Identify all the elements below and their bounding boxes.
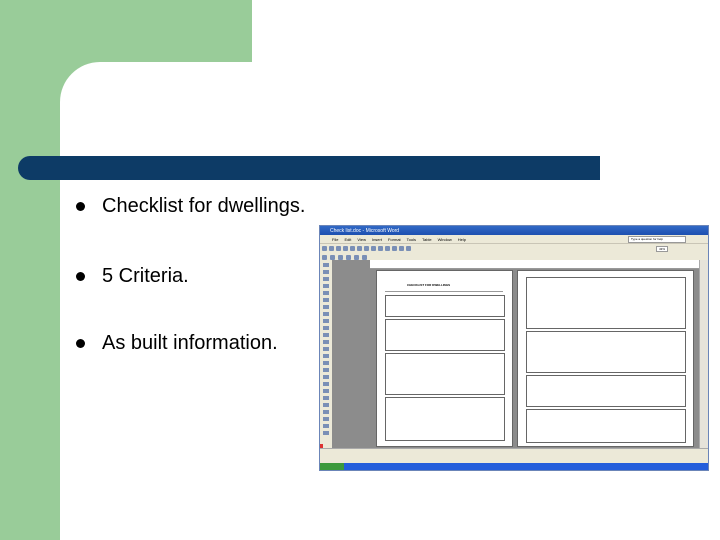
tool-icon	[323, 291, 329, 295]
underline-icon	[354, 254, 359, 260]
preview-icon	[350, 246, 355, 251]
tool-icon	[323, 417, 329, 421]
tool-icon	[323, 410, 329, 414]
copy-icon	[371, 246, 376, 251]
spell-icon	[357, 246, 362, 251]
tool-icon	[323, 333, 329, 337]
new-icon	[322, 246, 327, 251]
tool-icon	[323, 382, 329, 386]
vertical-scrollbar	[699, 260, 708, 448]
document-page-2	[517, 270, 694, 447]
help-search-box: Type a question for help	[628, 235, 686, 243]
bullet-text: As built information.	[102, 332, 278, 354]
tool-icon	[323, 326, 329, 330]
top-green-block	[60, 0, 252, 62]
zoom-box: 43%	[655, 245, 668, 252]
left-toolbar	[320, 260, 332, 448]
bullet-text: 5 Criteria.	[102, 265, 189, 287]
tool-icon	[323, 431, 329, 435]
bullet-dot	[76, 339, 85, 348]
undo-icon	[385, 246, 390, 251]
start-button	[320, 463, 344, 470]
table-block	[526, 331, 686, 373]
word-toolbar: 43%	[320, 243, 708, 253]
tool-icon	[323, 284, 329, 288]
font-icon	[330, 254, 335, 260]
table-block	[526, 277, 686, 329]
tool-icon	[323, 403, 329, 407]
tool-icon	[323, 270, 329, 274]
table-block	[526, 409, 686, 443]
menu-file: File	[332, 236, 339, 242]
open-icon	[329, 246, 334, 251]
tool-icon	[323, 368, 329, 372]
tool-icon	[323, 305, 329, 309]
bold-icon	[338, 254, 343, 260]
page-rule	[385, 291, 503, 292]
tool-icon	[323, 375, 329, 379]
table-block	[385, 295, 505, 317]
menu-edit: Edit	[344, 236, 352, 242]
document-page-1: CHECKLIST FOR DWELLINGS	[376, 270, 513, 447]
bullet-item-3: As built information.	[76, 332, 278, 355]
page-heading: CHECKLIST FOR DWELLINGS	[407, 283, 451, 287]
menu-insert: Insert	[371, 236, 382, 242]
align-icon	[362, 254, 367, 260]
columns-icon	[406, 246, 411, 251]
menu-tools: Tools	[406, 236, 416, 242]
bullet-text: Checklist for dwellings.	[102, 195, 306, 217]
tool-icon	[323, 298, 329, 302]
tool-icon	[323, 347, 329, 351]
word-title-bar: Check list.doc - Microsoft Word	[320, 226, 708, 235]
table-block	[385, 397, 505, 441]
table-icon	[399, 246, 404, 251]
menu-window: Window	[437, 236, 452, 242]
italic-icon	[346, 254, 351, 260]
taskbar	[320, 463, 708, 470]
tool-icon	[323, 361, 329, 365]
save-icon	[336, 246, 341, 251]
menu-table: Table	[422, 236, 432, 242]
tool-icon	[323, 354, 329, 358]
print-icon	[343, 246, 348, 251]
table-block	[385, 319, 505, 351]
table-block	[385, 353, 505, 395]
left-green-band	[0, 0, 60, 540]
tool-icon	[323, 319, 329, 323]
tool-icon	[323, 277, 329, 281]
style-icon	[322, 254, 327, 260]
word-menu-bar: File Edit View Insert Format Tools Table…	[320, 235, 708, 243]
menu-format: Format	[387, 236, 401, 242]
title-bar	[18, 156, 600, 180]
tool-icon	[323, 263, 329, 267]
bullet-dot	[76, 272, 85, 281]
menu-help: Help	[457, 236, 467, 242]
redo-icon	[392, 246, 397, 251]
word-document-area: CHECKLIST FOR DWELLINGS	[320, 260, 708, 448]
table-block	[526, 375, 686, 407]
tool-icon	[323, 340, 329, 344]
tool-icon	[323, 396, 329, 400]
bullet-item-1: Checklist for dwellings.	[76, 195, 305, 218]
word-title: Check list.doc - Microsoft Word	[330, 227, 400, 234]
ruler	[370, 260, 700, 269]
paste-icon	[378, 246, 383, 251]
word-screenshot: Check list.doc - Microsoft Word File Edi…	[319, 225, 709, 471]
menu-view: View	[357, 236, 366, 242]
tool-icon	[323, 424, 329, 428]
tool-icon	[323, 312, 329, 316]
bullet-item-2: 5 Criteria.	[76, 265, 189, 288]
tool-icon	[323, 389, 329, 393]
bullet-dot	[76, 202, 85, 211]
cut-icon	[364, 246, 369, 251]
